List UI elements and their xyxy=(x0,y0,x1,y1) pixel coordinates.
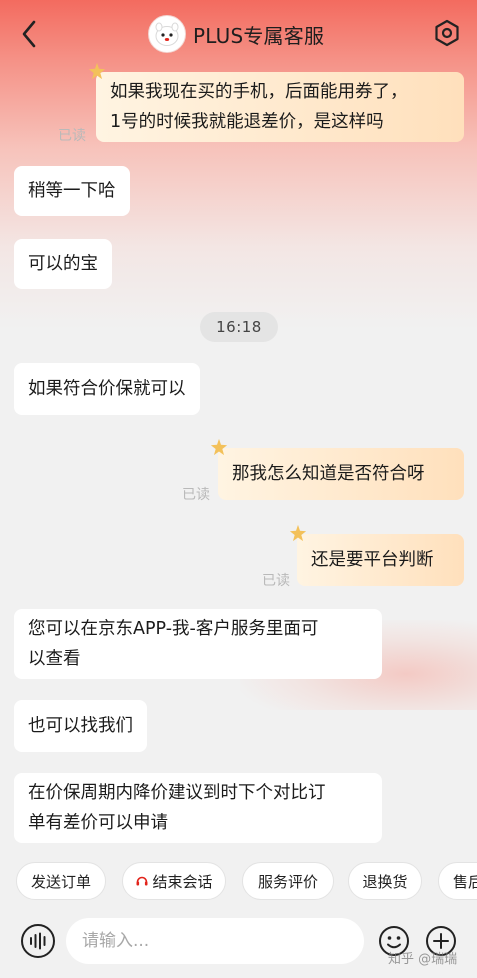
back-chevron-icon xyxy=(22,20,36,48)
message-text: 如果我现在买的手机，后面能用券了， xyxy=(110,82,408,102)
read-receipt: 已读 xyxy=(262,573,290,589)
page-title: PLUS专属客服 xyxy=(193,23,325,48)
hexagon-settings-icon xyxy=(435,19,459,47)
input-bar xyxy=(0,910,477,978)
message-text: 还是要平台判断 xyxy=(311,550,434,570)
message-bubble-incoming[interactable]: 也可以找我们 xyxy=(14,700,147,752)
message-text: 单有差价可以申请 xyxy=(28,813,168,833)
message-bubble-incoming[interactable]: 可以的宝 xyxy=(14,239,112,289)
quick-action-bar: 发送订单 结束会话 服务评价 退换货 售后 xyxy=(0,860,477,904)
message-bubble-incoming[interactable]: 如果符合价保就可以 xyxy=(14,363,200,415)
message-text: 可以的宝 xyxy=(28,254,98,274)
star-icon xyxy=(289,524,307,542)
chip-label: 服务评价 xyxy=(257,872,318,891)
message-text: 1号的时候我就能退差价，是这样吗 xyxy=(110,112,384,132)
watermark: 知乎 @瑞瑞 xyxy=(388,952,458,967)
star-icon xyxy=(210,438,228,456)
mascot-avatar-icon xyxy=(155,22,179,46)
chip-service-rating[interactable]: 服务评价 xyxy=(242,862,334,900)
message-text: 也可以找我们 xyxy=(28,716,133,736)
message-bubble-incoming[interactable]: 在价保周期内降价建议到时下个对比订 单有差价可以申请 xyxy=(14,773,382,843)
message-bubble-incoming[interactable]: 您可以在京东APP-我-客户服务里面可 以查看 xyxy=(14,609,382,679)
voice-button[interactable] xyxy=(21,924,55,958)
chat-title-group[interactable]: PLUS专属客服 xyxy=(148,15,324,53)
back-button[interactable] xyxy=(14,18,44,50)
headset-icon xyxy=(136,876,148,886)
message-text: 如果符合价保就可以 xyxy=(28,379,186,399)
chip-label: 退换货 xyxy=(362,872,408,891)
message-input[interactable] xyxy=(66,918,364,964)
settings-button[interactable] xyxy=(433,18,461,48)
read-receipt: 已读 xyxy=(58,128,86,144)
chip-send-order[interactable]: 发送订单 xyxy=(16,862,106,900)
chip-after-sales[interactable]: 售后 xyxy=(438,862,477,900)
chip-label: 发送订单 xyxy=(30,872,91,891)
message-text: 稍等一下哈 xyxy=(28,181,116,201)
message-bubble-outgoing[interactable]: 那我怎么知道是否符合呀 xyxy=(210,438,464,500)
timestamp-badge: 16:18 xyxy=(200,312,278,342)
chip-label: 售后 xyxy=(453,872,477,891)
voice-wave-icon xyxy=(30,932,46,950)
message-bubble-outgoing[interactable]: 还是要平台判断 xyxy=(289,524,464,586)
message-text: 以查看 xyxy=(28,649,81,669)
chip-label: 结束会话 xyxy=(152,872,213,891)
message-bubble-incoming[interactable]: 稍等一下哈 xyxy=(14,166,130,216)
star-icon xyxy=(88,62,106,80)
chat-header: PLUS专属客服 xyxy=(0,0,477,66)
chip-return-exchange[interactable]: 退换货 xyxy=(348,862,422,900)
message-text: 您可以在京东APP-我-客户服务里面可 xyxy=(28,619,319,639)
read-receipt: 已读 xyxy=(182,487,210,503)
chip-end-session[interactable]: 结束会话 xyxy=(122,862,226,900)
message-text: 在价保周期内降价建议到时下个对比订 xyxy=(28,783,326,803)
message-text: 那我怎么知道是否符合呀 xyxy=(232,464,425,484)
avatar xyxy=(148,15,186,53)
message-bubble-outgoing[interactable]: 如果我现在买的手机，后面能用券了， 1号的时候我就能退差价，是这样吗 xyxy=(88,62,464,142)
